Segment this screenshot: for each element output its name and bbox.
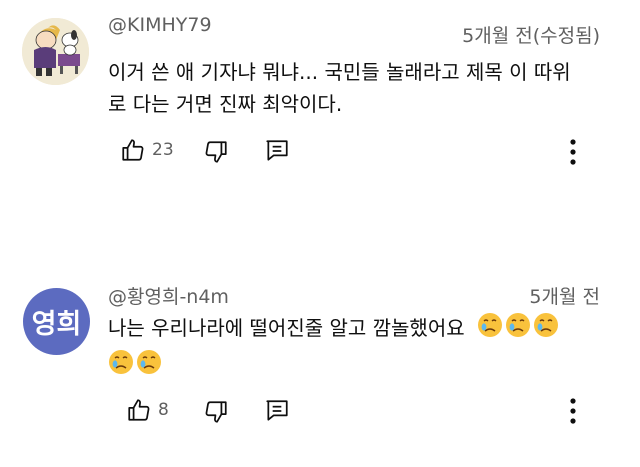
comment-1-like-button[interactable]: 23: [120, 137, 174, 163]
comment-1-timestamp: 5개월 전(수정됨): [462, 25, 600, 47]
crying-face-emoji: [505, 312, 531, 347]
reply-comment-icon: [264, 398, 290, 424]
thumbs-down-icon: [203, 139, 229, 165]
crying-face-emoji: [533, 312, 559, 347]
thumbs-up-icon: [120, 137, 146, 163]
comment-2-timestamp: 5개월 전: [529, 286, 600, 308]
comment-2-text-body: 나는 우리나라에 떨어진줄 알고 깜놀했어요: [108, 316, 465, 340]
comment-2-text: 나는 우리나라에 떨어진줄 알고 깜놀했어요: [108, 312, 628, 384]
comment-1-avatar[interactable]: [22, 18, 89, 85]
comment-1-author[interactable]: @KIMHY79: [108, 14, 212, 36]
cartoon-avatar-icon: [22, 18, 89, 85]
comment-1-more-button[interactable]: [566, 137, 580, 167]
more-vertical-icon: [566, 137, 580, 167]
more-vertical-icon: [566, 396, 580, 426]
comment-1-text-line-1: 이거 쓴 애 기자냐 뭐냐... 국민들 놀래라고 제목 이 따위: [108, 60, 571, 84]
crying-face-emoji: [477, 312, 503, 347]
comment-2-text-line-1: 나는 우리나라에 떨어진줄 알고 깜놀했어요: [108, 312, 628, 347]
comment-2-reply-button[interactable]: [264, 398, 290, 424]
comment-2-more-button[interactable]: [566, 396, 580, 426]
comment-2-emoji-group-2: [108, 349, 164, 384]
thumbs-down-icon: [203, 399, 229, 425]
comment-2-author[interactable]: @황영희-n4m: [108, 282, 229, 309]
comment-2-emoji-group-1: [477, 312, 561, 347]
comment-1-like-count: 23: [152, 140, 174, 160]
comment-2-avatar[interactable]: 영희: [23, 288, 90, 355]
comment-1-text-line-2: 로 다는 거면 진짜 최악이다.: [108, 92, 343, 116]
comment-2-like-count: 8: [158, 400, 169, 420]
crying-face-emoji: [136, 349, 162, 384]
comment-2-text-line-2: [108, 349, 628, 384]
thumbs-up-icon: [126, 397, 152, 423]
comment-2-like-button[interactable]: 8: [126, 397, 169, 423]
comment-2-dislike-button[interactable]: [203, 399, 229, 425]
comment-1-text: 이거 쓴 애 기자냐 뭐냐... 국민들 놀래라고 제목 이 따위 로 다는 거…: [108, 56, 618, 120]
comment-1-dislike-button[interactable]: [203, 139, 229, 165]
comment-1: @KIMHY79 5개월 전(수정됨) 이거 쓴 애 기자냐 뭐냐... 국민들…: [0, 0, 640, 230]
crying-face-emoji: [108, 349, 134, 384]
reply-comment-icon: [264, 138, 290, 164]
comment-1-reply-button[interactable]: [264, 138, 290, 164]
comment-2: 영희 @황영희-n4m 5개월 전 나는 우리나라에 떨어진줄 알고 깜놀했어요: [0, 230, 640, 467]
